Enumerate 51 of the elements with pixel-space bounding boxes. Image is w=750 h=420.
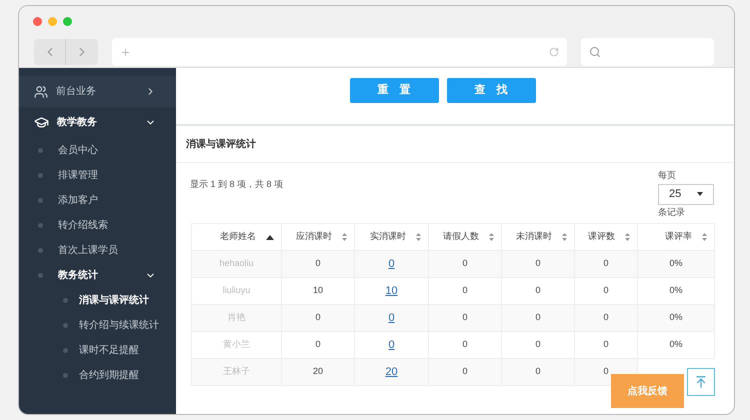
sidebar-subitem[interactable]: 消课与课评统计 [19,288,176,313]
table-cell: 0 [502,358,574,386]
dropdown-arrow-icon [697,192,703,196]
record-summary: 显示 1 到 8 项，共 8 项 [190,178,284,191]
sidebar-item[interactable]: 排课管理 [19,163,176,188]
sort-icon[interactable] [702,233,707,241]
bullet-icon [63,323,68,328]
table-cell: 0 [428,358,502,386]
bullet-icon [38,148,43,153]
graduation-cap-icon [34,115,49,130]
sidebar-subitem[interactable]: 课时不足提醒 [19,338,176,363]
sidebar-subitem[interactable]: 合约到期提醒 [19,363,176,388]
sidebar-item[interactable]: 会员中心 [19,138,176,163]
bullet-icon [38,173,43,178]
sort-ascending-icon[interactable] [266,234,274,240]
panel-title: 消课与课评统计 [186,138,256,152]
search-field[interactable] [581,38,714,66]
bullet-icon [38,248,43,253]
sort-icon[interactable] [342,233,347,241]
page-size-select[interactable]: 25 [658,184,714,204]
sort-icon[interactable] [416,233,421,241]
section-label: 前台业务 [56,84,97,99]
back-to-top-button[interactable] [687,368,715,396]
bullet-icon [38,198,43,203]
teacher-name-cell: 王林子 [192,358,282,386]
bullet-icon [63,298,68,303]
sidebar-item[interactable]: 教务统计 [19,263,176,288]
page-size-label: 每页 [658,169,677,182]
page-size-suffix: 条记录 [658,206,686,218]
sidebar-item[interactable]: 转介绍线索 [19,213,176,238]
sidebar-item[interactable]: 首次上课学员 [19,238,176,263]
sidebar-item[interactable]: 添加客户 [19,188,176,213]
bullet-icon [63,373,68,378]
sort-icon[interactable] [625,233,630,241]
table-cell: 20 [282,358,354,386]
bullet-icon [38,273,43,278]
sidebar-subitem[interactable]: 转介绍与续课统计 [19,313,176,338]
sort-icon[interactable] [562,233,567,241]
address-field[interactable] [112,38,567,66]
plus-icon [120,46,131,58]
reload-icon [549,47,559,57]
hours-link[interactable]: 20 [354,358,428,386]
people-icon [34,84,48,98]
search-icon [589,46,601,58]
section-label: 教学教务 [57,116,98,130]
arrow-up-to-line-icon [694,375,708,389]
bullet-icon [63,348,68,353]
sort-icon[interactable] [489,233,494,241]
bullet-icon [38,223,43,228]
sidebar-section[interactable]: 前台业务 [19,76,176,107]
table-cell: 0% [638,332,714,358]
